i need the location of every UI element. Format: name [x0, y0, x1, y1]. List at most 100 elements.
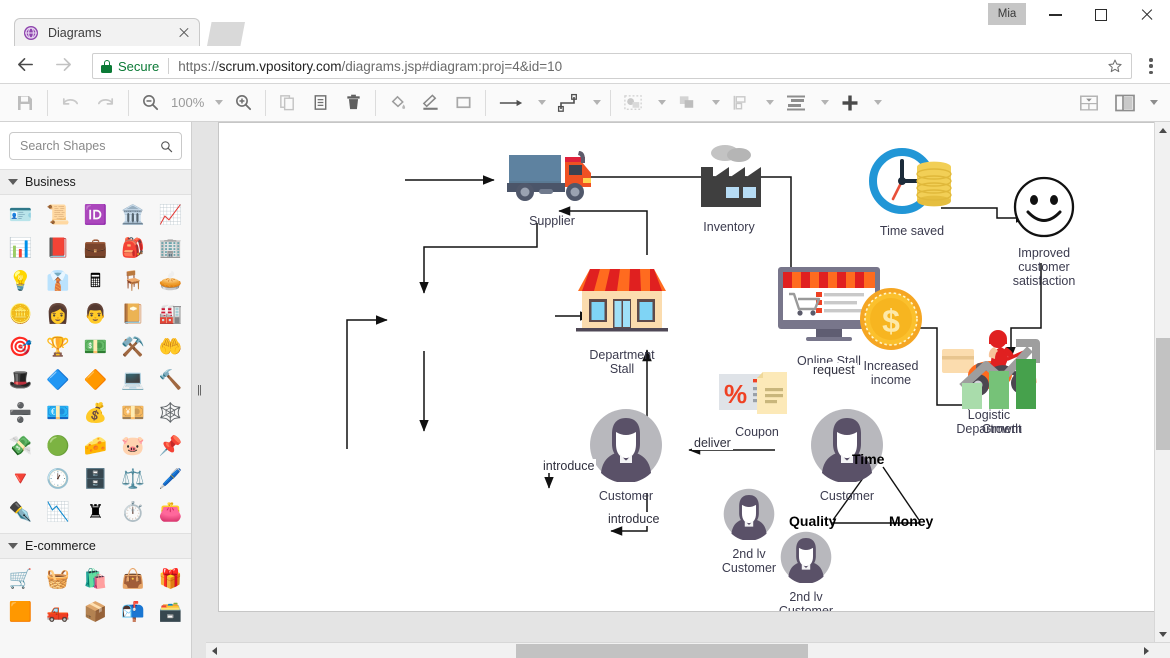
- shape-icon-bowler-hat[interactable]: 🎩: [2, 364, 39, 397]
- shape-style-button[interactable]: [447, 84, 480, 122]
- shape-icon-pie-chart-donut[interactable]: 🥧: [152, 265, 189, 298]
- forward-button[interactable]: [44, 46, 82, 84]
- scroll-up-button[interactable]: [1155, 122, 1170, 138]
- scroll-left-button[interactable]: [206, 643, 222, 658]
- shape-icon-office-building[interactable]: 🏢: [152, 232, 189, 265]
- browser-tab[interactable]: Diagrams: [14, 18, 200, 46]
- shape-icon-piggy-bank[interactable]: 🐷: [114, 430, 151, 463]
- shape-icon-calligraphy-pen[interactable]: ✒️: [2, 496, 39, 529]
- shape-icon-businessman[interactable]: 👨: [77, 298, 114, 331]
- shape-icon-push-pin[interactable]: 📌: [152, 430, 189, 463]
- shape-icon-gift-box[interactable]: 🎁: [152, 563, 189, 596]
- search-shapes-box[interactable]: [9, 132, 182, 160]
- shape-icon-gavel[interactable]: 🔨: [152, 364, 189, 397]
- select-button[interactable]: [616, 84, 651, 122]
- shape-icon-gold-bars[interactable]: 🏆: [39, 331, 76, 364]
- canvas-horizontal-scrollbar[interactable]: [206, 642, 1170, 658]
- shape-icon-office-chair[interactable]: 🪑: [114, 265, 151, 298]
- back-button[interactable]: [6, 46, 44, 84]
- save-button[interactable]: [8, 84, 42, 122]
- layout-preview-button[interactable]: [1071, 84, 1107, 122]
- order-button[interactable]: [670, 84, 705, 122]
- diagram-node-growth[interactable]: Growth: [942, 335, 1062, 436]
- layout-panes-button[interactable]: [1107, 84, 1143, 122]
- distribute-dropdown[interactable]: [814, 84, 833, 122]
- shape-icon-shopping-cart[interactable]: 🛒: [2, 563, 39, 596]
- align-dropdown[interactable]: [759, 84, 778, 122]
- shape-icon-org-chart-blue[interactable]: 🔷: [39, 364, 76, 397]
- order-dropdown[interactable]: [705, 84, 724, 122]
- diagram-canvas[interactable]: Supplier Inventory Department Stall Onli…: [218, 122, 1156, 612]
- shape-icon-auction-gavel-hand[interactable]: ⚒️: [114, 331, 151, 364]
- shape-icon-time-money[interactable]: ⏱️: [114, 496, 151, 529]
- diagram-node-department-stall[interactable]: Department Stall: [557, 265, 687, 376]
- orthogonal-connector-dropdown[interactable]: [586, 84, 605, 122]
- add-shape-button[interactable]: [833, 84, 867, 122]
- window-maximize-button[interactable]: [1078, 0, 1124, 30]
- profile-button[interactable]: Mia: [988, 3, 1026, 25]
- shape-icon-handbag-red[interactable]: 👜: [114, 563, 151, 596]
- window-close-button[interactable]: [1124, 0, 1170, 30]
- new-tab-button[interactable]: [207, 22, 245, 46]
- shape-icon-percent-circle[interactable]: 🟢: [39, 430, 76, 463]
- shape-icon-fountain-pen[interactable]: 🖊️: [152, 463, 189, 496]
- shape-icon-businesswoman[interactable]: 👩: [39, 298, 76, 331]
- address-bar[interactable]: Secure https://scrum.vpository.com/diagr…: [92, 53, 1132, 79]
- diagram-node-time-saved[interactable]: Time saved: [852, 145, 972, 238]
- shape-icon-id-card-blue[interactable]: 🆔: [77, 199, 114, 232]
- diagram-node-inventory[interactable]: Inventory: [674, 141, 784, 234]
- shape-icon-math-operators[interactable]: ➗: [2, 397, 39, 430]
- shape-icon-open-package[interactable]: 📬: [114, 596, 151, 629]
- shape-icon-clock-refresh[interactable]: 🕐: [39, 463, 76, 496]
- browser-menu-button[interactable]: [1142, 56, 1160, 76]
- shape-icon-binders[interactable]: 📕: [39, 232, 76, 265]
- shape-icon-briefcase-tan[interactable]: 💼: [77, 232, 114, 265]
- shape-icon-cardboard-box[interactable]: 🟧: [2, 596, 39, 629]
- shape-icon-money-plant[interactable]: 💵: [77, 331, 114, 364]
- shape-icon-presentation-chart[interactable]: 📊: [2, 232, 39, 265]
- diagram-node-customer-b[interactable]: Customer: [792, 408, 902, 503]
- shape-icon-stock-chart[interactable]: 📉: [39, 496, 76, 529]
- shape-icon-scales-balance[interactable]: ⚖️: [114, 463, 151, 496]
- select-dropdown[interactable]: [651, 84, 670, 122]
- shape-icon-money-bag[interactable]: 💰: [77, 397, 114, 430]
- shape-icon-calculator[interactable]: 🖩: [77, 265, 114, 298]
- star-icon[interactable]: [1107, 58, 1123, 74]
- zoom-in-button[interactable]: [227, 84, 260, 122]
- shape-icon-bar-chart-green[interactable]: 📈: [152, 199, 189, 232]
- layout-dropdown[interactable]: [1143, 84, 1162, 122]
- line-color-button[interactable]: [414, 84, 447, 122]
- sidebar-category-ecommerce[interactable]: E-commerce: [0, 533, 191, 559]
- diagram-node-customer-a[interactable]: Customer: [571, 408, 681, 503]
- shape-icon-org-chart-red[interactable]: 🔶: [77, 364, 114, 397]
- tab-close-icon[interactable]: [177, 26, 191, 40]
- sidebar-category-business[interactable]: Business: [0, 169, 191, 195]
- diagram-node-second-level-customer-b[interactable]: 2nd lv Customer: [756, 531, 856, 611]
- horizontal-scroll-thumb[interactable]: [516, 644, 808, 658]
- shape-icon-id-badge-brown[interactable]: 🪪: [2, 199, 39, 232]
- shape-icon-shopping-bag-green[interactable]: 🛍️: [77, 563, 114, 596]
- shape-icon-bank[interactable]: 🏛️: [114, 199, 151, 232]
- copy-button[interactable]: [271, 84, 304, 122]
- orthogonal-connector-button[interactable]: [550, 84, 586, 122]
- shape-icon-factory[interactable]: 🏭: [152, 298, 189, 331]
- shape-icon-shirt-tie[interactable]: 👔: [39, 265, 76, 298]
- vertical-scroll-thumb[interactable]: [1156, 338, 1170, 450]
- shape-icon-safe-vault[interactable]: 🗄️: [77, 463, 114, 496]
- shape-icon-parcel-package[interactable]: 📦: [77, 596, 114, 629]
- shape-icon-dollar-bill[interactable]: 💴: [114, 397, 151, 430]
- shape-icon-briefcase-black[interactable]: 🎒: [114, 232, 151, 265]
- shape-icon-spider-web[interactable]: 🕸️: [152, 397, 189, 430]
- undo-button[interactable]: [53, 84, 88, 122]
- diagram-node-improved-satisfaction[interactable]: Improved customer satisfaction: [985, 175, 1103, 288]
- sidebar-splitter[interactable]: ||: [192, 122, 206, 658]
- add-shape-dropdown[interactable]: [867, 84, 886, 122]
- shape-icon-shopping-basket[interactable]: 🧺: [39, 563, 76, 596]
- straight-connector-button[interactable]: [491, 84, 531, 122]
- fill-color-button[interactable]: [381, 84, 414, 122]
- shape-icon-pie-slice[interactable]: 🧀: [77, 430, 114, 463]
- zoom-out-button[interactable]: [134, 84, 167, 122]
- shape-icon-target-dart[interactable]: 🎯: [2, 331, 39, 364]
- search-input[interactable]: [18, 138, 161, 154]
- shape-icon-coins-hand[interactable]: 🤲: [152, 331, 189, 364]
